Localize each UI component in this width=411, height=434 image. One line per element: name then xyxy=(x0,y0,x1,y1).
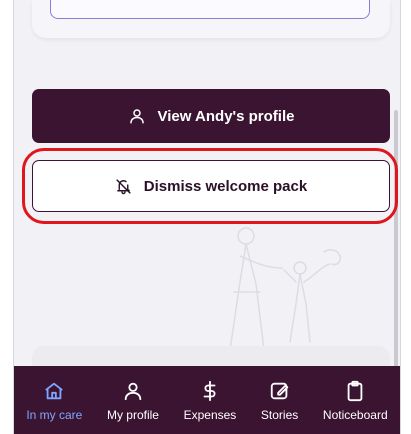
card-input-field[interactable] xyxy=(50,0,370,19)
dollar-icon xyxy=(203,380,216,402)
home-icon xyxy=(45,382,64,400)
nav-label: Expenses xyxy=(183,408,237,422)
nav-item-expenses[interactable]: Expenses xyxy=(183,380,237,422)
bottom-navigation: In my care My profile Expenses Stories N… xyxy=(14,366,400,434)
nav-label: In my care xyxy=(26,408,83,422)
edit-icon xyxy=(270,382,288,400)
nav-item-in-my-care[interactable]: In my care xyxy=(26,380,82,422)
view-profile-label: View Andy's profile xyxy=(157,107,295,125)
dismiss-welcome-pack-button[interactable]: Dismiss welcome pack xyxy=(32,160,390,212)
bell-off-icon xyxy=(116,178,131,194)
scrollbar[interactable] xyxy=(394,110,398,370)
previous-card xyxy=(32,0,390,38)
dismiss-label: Dismiss welcome pack xyxy=(143,177,308,195)
person-icon xyxy=(129,109,144,124)
nav-label: Stories xyxy=(260,408,299,422)
family-illustration xyxy=(229,227,342,351)
next-card xyxy=(32,346,390,368)
nav-label: My profile xyxy=(106,408,159,422)
nav-item-noticeboard[interactable]: Noticeboard xyxy=(323,380,388,422)
view-profile-button[interactable]: View Andy's profile xyxy=(32,89,390,143)
clipboard-icon xyxy=(347,380,363,402)
nav-item-my-profile[interactable]: My profile xyxy=(107,380,159,422)
nav-label: Noticeboard xyxy=(322,408,388,422)
person-icon xyxy=(124,382,142,401)
nav-item-stories[interactable]: Stories xyxy=(261,380,298,422)
app-screen: View Andy's profile Dismiss welcome pack xyxy=(13,0,401,434)
